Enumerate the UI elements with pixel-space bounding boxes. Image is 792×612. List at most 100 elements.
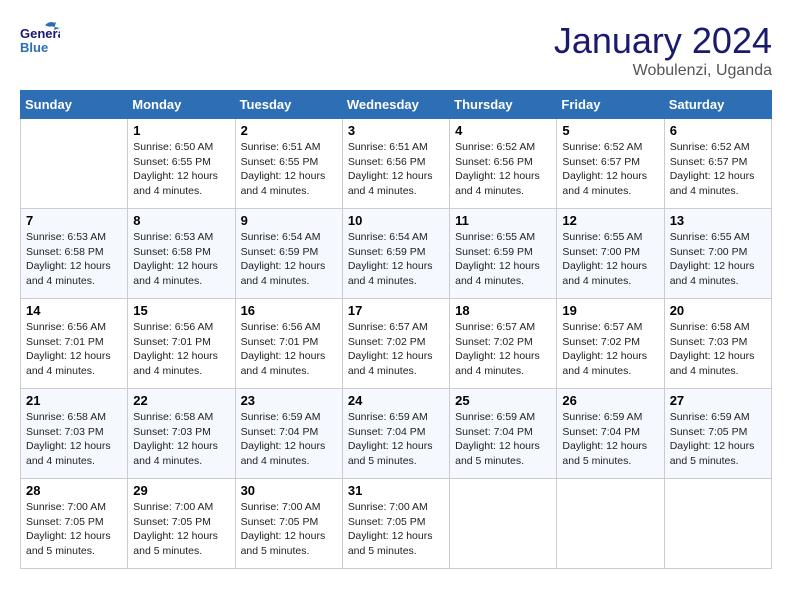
calendar-day-cell: 29Sunrise: 7:00 AM Sunset: 7:05 PM Dayli… [128, 479, 235, 569]
day-info: Sunrise: 6:50 AM Sunset: 6:55 PM Dayligh… [133, 140, 229, 199]
day-number: 31 [348, 483, 444, 498]
day-info: Sunrise: 6:59 AM Sunset: 7:04 PM Dayligh… [562, 410, 658, 469]
calendar-day-cell: 13 Sunrise: 6:55 AM Sunset: 7:00 PM Dayli… [664, 209, 771, 299]
day-info: Sunrise: 6:58 AM Sunset: 7:03 PM Dayligh… [670, 320, 766, 379]
calendar-week-row: 1 Sunrise: 6:50 AM Sunset: 6:55 PM Daylig… [21, 119, 772, 209]
day-of-week-header: Wednesday [342, 91, 449, 119]
calendar-day-cell: 28Sunrise: 7:00 AM Sunset: 7:05 PM Dayli… [21, 479, 128, 569]
calendar-day-cell: 22Sunrise: 6:58 AM Sunset: 7:03 PM Dayli… [128, 389, 235, 479]
day-number: 14 [26, 303, 122, 318]
calendar-day-cell: 27 Sunrise: 6:59 AM Sunset: 7:05 PM Dayli… [664, 389, 771, 479]
day-info: Sunrise: 6:53 AM Sunset: 6:58 PM Dayligh… [133, 230, 229, 289]
day-info: Sunrise: 7:00 AM Sunset: 7:05 PM Dayligh… [26, 500, 122, 559]
calendar-day-cell: 15 Sunrise: 6:56 AM Sunset: 7:01 PM Dayli… [128, 299, 235, 389]
day-number: 11 [455, 213, 551, 228]
calendar-day-cell: 6 Sunrise: 6:52 AM Sunset: 6:57 PM Daylig… [664, 119, 771, 209]
calendar-day-cell: 23 Sunrise: 6:59 AM Sunset: 7:04 PM Dayli… [235, 389, 342, 479]
day-info: Sunrise: 6:52 AM Sunset: 6:56 PM Dayligh… [455, 140, 551, 199]
day-info: Sunrise: 6:55 AM Sunset: 7:00 PM Dayligh… [562, 230, 658, 289]
day-info: Sunrise: 6:57 AM Sunset: 7:02 PM Dayligh… [348, 320, 444, 379]
calendar-day-cell: 18 Sunrise: 6:57 AM Sunset: 7:02 PM Dayli… [450, 299, 557, 389]
day-number: 9 [241, 213, 337, 228]
day-info: Sunrise: 6:51 AM Sunset: 6:55 PM Dayligh… [241, 140, 337, 199]
day-of-week-header: Friday [557, 91, 664, 119]
calendar-day-cell: 5 Sunrise: 6:52 AM Sunset: 6:57 PM Daylig… [557, 119, 664, 209]
location: Wobulenzi, Uganda [554, 62, 772, 80]
day-info: Sunrise: 7:00 AM Sunset: 7:05 PM Dayligh… [241, 500, 337, 559]
calendar-day-cell: 3 Sunrise: 6:51 AM Sunset: 6:56 PM Daylig… [342, 119, 449, 209]
day-info: Sunrise: 6:53 AM Sunset: 6:58 PM Dayligh… [26, 230, 122, 289]
day-info: Sunrise: 6:54 AM Sunset: 6:59 PM Dayligh… [348, 230, 444, 289]
day-number: 19 [562, 303, 658, 318]
day-info: Sunrise: 7:00 AM Sunset: 7:05 PM Dayligh… [348, 500, 444, 559]
calendar-week-row: 28Sunrise: 7:00 AM Sunset: 7:05 PM Dayli… [21, 479, 772, 569]
calendar-week-row: 7 Sunrise: 6:53 AM Sunset: 6:58 PM Daylig… [21, 209, 772, 299]
calendar-day-cell [664, 479, 771, 569]
calendar-day-cell: 31 Sunrise: 7:00 AM Sunset: 7:05 PM Dayli… [342, 479, 449, 569]
day-number: 24 [348, 393, 444, 408]
day-number: 4 [455, 123, 551, 138]
day-info: Sunrise: 6:56 AM Sunset: 7:01 PM Dayligh… [133, 320, 229, 379]
calendar-day-cell: 9 Sunrise: 6:54 AM Sunset: 6:59 PM Daylig… [235, 209, 342, 299]
month-title: January 2024 [554, 20, 772, 62]
day-number: 2 [241, 123, 337, 138]
calendar-day-cell: 16Sunrise: 6:56 AM Sunset: 7:01 PM Dayli… [235, 299, 342, 389]
day-info: Sunrise: 6:57 AM Sunset: 7:02 PM Dayligh… [562, 320, 658, 379]
calendar-table: SundayMondayTuesdayWednesdayThursdayFrid… [20, 90, 772, 569]
day-number: 23 [241, 393, 337, 408]
day-info: Sunrise: 6:58 AM Sunset: 7:03 PM Dayligh… [26, 410, 122, 469]
calendar-day-cell [450, 479, 557, 569]
calendar-day-cell: 17 Sunrise: 6:57 AM Sunset: 7:02 PM Dayli… [342, 299, 449, 389]
day-of-week-header: Monday [128, 91, 235, 119]
day-of-week-header: Sunday [21, 91, 128, 119]
day-info: Sunrise: 6:59 AM Sunset: 7:04 PM Dayligh… [241, 410, 337, 469]
day-info: Sunrise: 6:59 AM Sunset: 7:04 PM Dayligh… [455, 410, 551, 469]
day-number: 13 [670, 213, 766, 228]
calendar-day-cell: 30 Sunrise: 7:00 AM Sunset: 7:05 PM Dayli… [235, 479, 342, 569]
day-info: Sunrise: 6:52 AM Sunset: 6:57 PM Dayligh… [670, 140, 766, 199]
day-info: Sunrise: 6:52 AM Sunset: 6:57 PM Dayligh… [562, 140, 658, 199]
day-info: Sunrise: 6:57 AM Sunset: 7:02 PM Dayligh… [455, 320, 551, 379]
day-info: Sunrise: 7:00 AM Sunset: 7:05 PM Dayligh… [133, 500, 229, 559]
calendar-day-cell: 2 Sunrise: 6:51 AM Sunset: 6:55 PM Daylig… [235, 119, 342, 209]
calendar-day-cell: 24 Sunrise: 6:59 AM Sunset: 7:04 PM Dayli… [342, 389, 449, 479]
day-number: 15 [133, 303, 229, 318]
day-info: Sunrise: 6:56 AM Sunset: 7:01 PM Dayligh… [241, 320, 337, 379]
calendar-day-cell: 20 Sunrise: 6:58 AM Sunset: 7:03 PM Dayli… [664, 299, 771, 389]
day-number: 7 [26, 213, 122, 228]
day-number: 20 [670, 303, 766, 318]
day-info: Sunrise: 6:55 AM Sunset: 6:59 PM Dayligh… [455, 230, 551, 289]
day-number: 27 [670, 393, 766, 408]
calendar-day-cell: 21Sunrise: 6:58 AM Sunset: 7:03 PM Dayli… [21, 389, 128, 479]
svg-text:General: General [20, 26, 60, 41]
day-number: 18 [455, 303, 551, 318]
day-number: 6 [670, 123, 766, 138]
day-number: 30 [241, 483, 337, 498]
calendar-day-cell: 10Sunrise: 6:54 AM Sunset: 6:59 PM Dayli… [342, 209, 449, 299]
day-number: 25 [455, 393, 551, 408]
day-number: 3 [348, 123, 444, 138]
day-info: Sunrise: 6:59 AM Sunset: 7:04 PM Dayligh… [348, 410, 444, 469]
logo-icon: General Blue [20, 20, 60, 60]
calendar-day-cell: 12 Sunrise: 6:55 AM Sunset: 7:00 PM Dayli… [557, 209, 664, 299]
day-number: 5 [562, 123, 658, 138]
calendar-day-cell: 8 Sunrise: 6:53 AM Sunset: 6:58 PM Daylig… [128, 209, 235, 299]
calendar-day-cell [21, 119, 128, 209]
calendar-day-cell [557, 479, 664, 569]
calendar-day-cell: 14 Sunrise: 6:56 AM Sunset: 7:01 PM Dayli… [21, 299, 128, 389]
day-info: Sunrise: 6:55 AM Sunset: 7:00 PM Dayligh… [670, 230, 766, 289]
day-number: 1 [133, 123, 229, 138]
day-number: 17 [348, 303, 444, 318]
calendar-day-cell: 26Sunrise: 6:59 AM Sunset: 7:04 PM Dayli… [557, 389, 664, 479]
day-info: Sunrise: 6:59 AM Sunset: 7:05 PM Dayligh… [670, 410, 766, 469]
day-number: 12 [562, 213, 658, 228]
calendar-week-row: 14 Sunrise: 6:56 AM Sunset: 7:01 PM Dayli… [21, 299, 772, 389]
day-info: Sunrise: 6:54 AM Sunset: 6:59 PM Dayligh… [241, 230, 337, 289]
day-info: Sunrise: 6:51 AM Sunset: 6:56 PM Dayligh… [348, 140, 444, 199]
day-number: 8 [133, 213, 229, 228]
day-info: Sunrise: 6:56 AM Sunset: 7:01 PM Dayligh… [26, 320, 122, 379]
calendar-header-row: SundayMondayTuesdayWednesdayThursdayFrid… [21, 91, 772, 119]
day-of-week-header: Tuesday [235, 91, 342, 119]
svg-text:Blue: Blue [20, 40, 48, 55]
calendar-day-cell: 19 Sunrise: 6:57 AM Sunset: 7:02 PM Dayli… [557, 299, 664, 389]
